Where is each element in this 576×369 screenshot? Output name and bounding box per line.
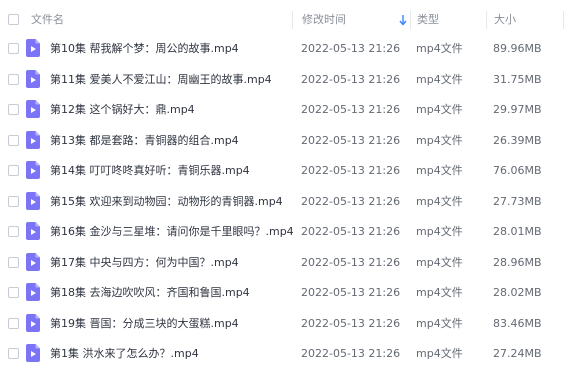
sort-down-arrow-icon[interactable] <box>399 13 407 27</box>
file-row[interactable]: 第19集 晋国：分成三块的大蛋糕.mp4 2022-05-13 21:26 mp… <box>0 309 576 339</box>
file-modified-date: 2022-05-13 21:26 <box>301 255 401 269</box>
file-name[interactable]: 第19集 晋国：分成三块的大蛋糕.mp4 <box>50 317 239 331</box>
file-name[interactable]: 第16集 金沙与三星堆：请问你是千里眼吗？.mp4 <box>50 225 294 239</box>
file-row[interactable]: 第14集 叮叮咚咚真好听：青铜乐器.mp4 2022-05-13 21:26 m… <box>0 156 576 186</box>
row-checkbox[interactable] <box>8 256 19 268</box>
file-row[interactable]: 第10集 帮我解个梦：周公的故事.mp4 2022-05-13 21:26 mp… <box>0 34 576 64</box>
video-file-icon <box>26 344 40 362</box>
file-name[interactable]: 第18集 去海边吹吹风：齐国和鲁国.mp4 <box>50 286 250 300</box>
column-divider[interactable] <box>563 11 564 29</box>
file-size: 27.73MB <box>493 194 542 208</box>
file-row[interactable]: 第12集 这个锅好大：鼎.mp4 2022-05-13 21:26 mp4文件 … <box>0 95 576 125</box>
file-row[interactable]: 第16集 金沙与三星堆：请问你是千里眼吗？.mp4 2022-05-13 21:… <box>0 217 576 247</box>
file-modified-date: 2022-05-13 21:26 <box>301 133 401 147</box>
video-file-icon <box>26 161 40 179</box>
file-type: mp4文件 <box>416 194 463 208</box>
file-name[interactable]: 第17集 中央与四方：何为中国？.mp4 <box>50 256 239 270</box>
file-modified-date: 2022-05-13 21:26 <box>301 164 401 177</box>
video-file-icon <box>26 283 40 301</box>
row-checkbox[interactable] <box>8 317 19 329</box>
row-checkbox[interactable] <box>8 226 19 237</box>
file-modified-date: 2022-05-13 21:26 <box>301 103 401 116</box>
file-type: mp4文件 <box>416 164 463 177</box>
row-checkbox[interactable] <box>8 104 19 115</box>
file-row[interactable]: 第17集 中央与四方：何为中国？.mp4 2022-05-13 21:26 mp… <box>0 248 576 278</box>
column-header-date[interactable]: 修改时间 <box>302 13 346 27</box>
file-modified-date: 2022-05-13 21:26 <box>301 316 401 330</box>
video-file-icon <box>26 313 40 332</box>
video-file-icon <box>26 100 40 118</box>
column-header-name[interactable]: 文件名 <box>31 13 64 27</box>
file-size: 28.96MB <box>493 255 542 269</box>
file-modified-date: 2022-05-13 21:26 <box>301 42 401 55</box>
file-type: mp4文件 <box>416 255 463 269</box>
file-row[interactable]: 第15集 欢迎来到动物园：动物形的青铜器.mp4 2022-05-13 21:2… <box>0 187 576 217</box>
file-size: 83.46MB <box>493 316 542 330</box>
file-name[interactable]: 第15集 欢迎来到动物园：动物形的青铜器.mp4 <box>50 195 283 209</box>
file-size: 27.24MB <box>493 347 542 360</box>
file-row[interactable]: 第18集 去海边吹吹风：齐国和鲁国.mp4 2022-05-13 21:26 m… <box>0 278 576 308</box>
row-checkbox[interactable] <box>8 165 19 176</box>
row-checkbox[interactable] <box>8 43 19 54</box>
file-name[interactable]: 第14集 叮叮咚咚真好听：青铜乐器.mp4 <box>50 164 250 178</box>
column-divider[interactable] <box>486 11 487 29</box>
file-modified-date: 2022-05-13 21:26 <box>301 347 401 360</box>
select-all-checkbox[interactable] <box>8 14 19 25</box>
video-file-icon <box>26 39 40 57</box>
file-modified-date: 2022-05-13 21:26 <box>301 72 401 86</box>
row-checkbox[interactable] <box>8 195 19 207</box>
file-modified-date: 2022-05-13 21:26 <box>301 194 401 208</box>
file-modified-date: 2022-05-13 21:26 <box>301 286 401 299</box>
file-row[interactable]: 第11集 爱美人不爱江山：周幽王的故事.mp4 2022-05-13 21:26… <box>0 65 576 95</box>
row-checkbox[interactable] <box>8 348 19 359</box>
file-size: 76.06MB <box>493 164 542 177</box>
column-divider[interactable] <box>292 11 293 29</box>
file-modified-date: 2022-05-13 21:26 <box>301 225 401 238</box>
row-checkbox[interactable] <box>8 134 19 146</box>
file-name[interactable]: 第11集 爱美人不爱江山：周幽王的故事.mp4 <box>50 73 272 87</box>
column-header-size[interactable]: 大小 <box>494 13 516 27</box>
file-type: mp4文件 <box>416 103 463 116</box>
file-size: 29.97MB <box>493 103 542 116</box>
file-type: mp4文件 <box>416 316 463 330</box>
file-size: 26.39MB <box>493 133 542 147</box>
file-size: 28.01MB <box>493 225 542 238</box>
column-header-type[interactable]: 类型 <box>417 13 439 27</box>
file-name[interactable]: 第10集 帮我解个梦：周公的故事.mp4 <box>50 42 239 56</box>
file-type: mp4文件 <box>416 72 463 86</box>
row-checkbox[interactable] <box>8 287 19 298</box>
file-name[interactable]: 第13集 都是套路：青铜器的组合.mp4 <box>50 134 239 148</box>
video-file-icon <box>26 191 40 210</box>
file-type: mp4文件 <box>416 347 463 360</box>
file-size: 28.02MB <box>493 286 542 299</box>
file-size: 31.75MB <box>493 72 542 86</box>
file-type: mp4文件 <box>416 133 463 147</box>
file-name[interactable]: 第12集 这个锅好大：鼎.mp4 <box>50 103 195 117</box>
video-file-icon <box>26 130 40 149</box>
file-row[interactable]: 第13集 都是套路：青铜器的组合.mp4 2022-05-13 21:26 mp… <box>0 126 576 156</box>
video-file-icon <box>26 69 40 88</box>
file-name[interactable]: 第1集 洪水来了怎么办？.mp4 <box>50 347 199 361</box>
file-type: mp4文件 <box>416 286 463 299</box>
file-size: 89.96MB <box>493 42 542 55</box>
file-row[interactable]: 第1集 洪水来了怎么办？.mp4 2022-05-13 21:26 mp4文件 … <box>0 339 576 369</box>
video-file-icon <box>26 222 40 240</box>
row-checkbox[interactable] <box>8 73 19 85</box>
file-type: mp4文件 <box>416 42 463 55</box>
column-divider[interactable] <box>410 11 411 29</box>
file-type: mp4文件 <box>416 225 463 238</box>
video-file-icon <box>26 252 40 271</box>
